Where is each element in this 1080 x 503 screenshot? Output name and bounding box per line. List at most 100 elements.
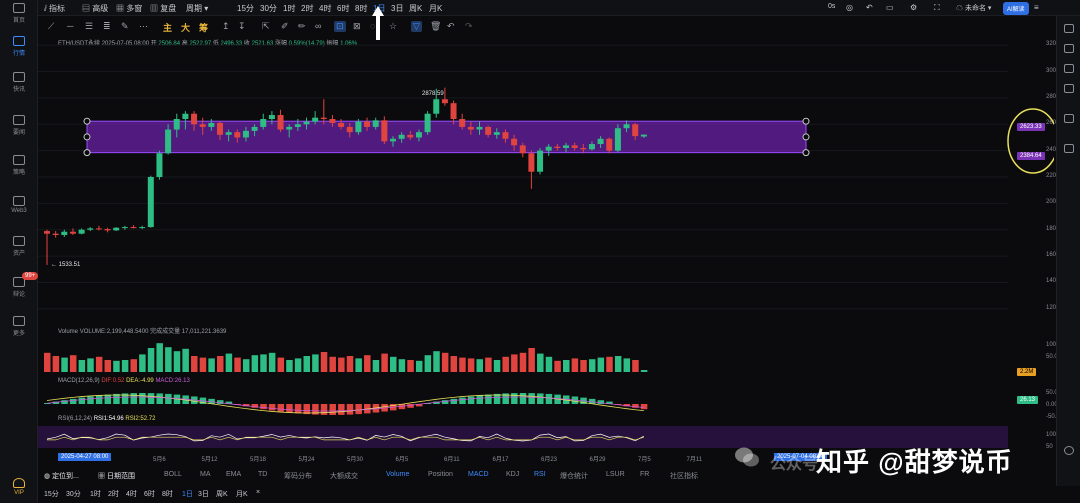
channel-tool-icon[interactable]: ☰ xyxy=(85,21,93,32)
interval-8h[interactable]: 8时 xyxy=(355,3,367,14)
interval-option[interactable]: 30分 xyxy=(66,489,81,499)
volume-bar xyxy=(476,359,483,372)
indicator-kdj[interactable]: KDJ xyxy=(506,471,519,478)
interval-option[interactable]: 8时 xyxy=(162,489,173,499)
screener-icon[interactable] xyxy=(1064,114,1074,123)
period-menu[interactable]: 周期 ▾ xyxy=(186,3,208,14)
interval-3d[interactable]: 3日 xyxy=(391,3,403,14)
replay-menu[interactable]: ▥ 复盘 xyxy=(150,3,176,14)
arrow-down-icon[interactable]: ↧ xyxy=(238,21,246,32)
indicator-社区指标[interactable]: 社区指标 xyxy=(670,471,698,481)
volume-bar xyxy=(320,352,328,372)
interval-30m[interactable]: 30分 xyxy=(260,3,277,14)
menu-icon[interactable]: ≡ xyxy=(1034,3,1039,12)
arrow-up-icon[interactable]: ↥ xyxy=(222,21,230,32)
sidebar-item-market[interactable]: 行情 xyxy=(0,36,38,57)
interval-option[interactable]: 1日 xyxy=(182,489,193,499)
candle-body xyxy=(632,124,639,137)
fullscreen-icon[interactable]: ⛶ xyxy=(934,3,940,13)
interval-option[interactable]: 1时 xyxy=(90,489,101,499)
indicator-fr[interactable]: FR xyxy=(640,471,649,478)
time-axis-label: 5月12 xyxy=(201,457,218,463)
watchlist-icon[interactable] xyxy=(1064,24,1074,33)
indicator-td[interactable]: TD xyxy=(258,471,267,478)
sidebar-item-home[interactable]: 首页 xyxy=(0,3,38,24)
close-icon[interactable]: × xyxy=(256,489,260,496)
camera-icon[interactable]: ◎ xyxy=(846,3,853,12)
indicator-筹码分布[interactable]: 筹码分布 xyxy=(284,471,312,481)
advanced-menu[interactable]: ▤ 高级 xyxy=(82,3,108,14)
locate-button[interactable]: ◍ 定位到... xyxy=(44,471,79,481)
settings-icon[interactable]: ⚙ xyxy=(910,3,917,12)
alert-icon[interactable] xyxy=(1064,44,1074,53)
indicator-macd[interactable]: MACD xyxy=(468,471,489,478)
sidebar-item-headline[interactable]: 要闻 xyxy=(0,115,38,136)
interval-option[interactable]: 4时 xyxy=(126,489,137,499)
interval-1h[interactable]: 1时 xyxy=(283,3,295,14)
indicator-position[interactable]: Position xyxy=(428,471,453,478)
fib-tool-icon[interactable]: ≣ xyxy=(103,21,111,32)
indicator-爆仓统计[interactable]: 爆仓统计 xyxy=(560,471,588,481)
candlestick-chart[interactable] xyxy=(38,32,1054,470)
text-tool-icon[interactable]: ⋯ xyxy=(139,21,148,32)
interval-week[interactable]: 周K xyxy=(409,3,422,14)
indicator-大额成交[interactable]: 大额成交 xyxy=(330,471,358,481)
candle-body xyxy=(303,121,310,125)
candle-body xyxy=(312,117,319,122)
interval-6h[interactable]: 6时 xyxy=(337,3,349,14)
candle-body xyxy=(329,119,336,123)
interval-option[interactable]: 3日 xyxy=(198,489,209,499)
interval-4h[interactable]: 4时 xyxy=(319,3,331,14)
notes-icon[interactable] xyxy=(1064,144,1074,153)
sidebar-item-strategy[interactable]: 策略 xyxy=(0,155,38,176)
brush-tool-icon[interactable]: ✎ xyxy=(121,21,129,32)
indicator-volume[interactable]: Volume xyxy=(386,471,409,478)
magnet-icon[interactable]: ⊡ xyxy=(334,21,346,32)
undo-draw-icon[interactable]: ↶ xyxy=(447,21,455,32)
interval-option[interactable]: 6时 xyxy=(144,489,155,499)
undo-icon[interactable]: ↶ xyxy=(866,3,873,12)
filter-icon[interactable]: ▽ xyxy=(411,21,422,32)
indicator-menu[interactable]: ⅈ 指标 xyxy=(44,3,65,14)
chart-area[interactable]: ETH/USDT永续 2025-07-05 08:00 开 2506.84 高 … xyxy=(38,32,1069,470)
sidebar-item-vip[interactable]: VIP xyxy=(0,478,38,496)
date-range-button[interactable]: ▦ 日期范围 xyxy=(98,471,135,481)
layout-icon[interactable]: ▭ xyxy=(886,3,894,12)
pen-icon[interactable]: ✐ xyxy=(281,21,289,32)
favorite-icon[interactable]: ☆ xyxy=(389,21,397,32)
macd-bar xyxy=(147,393,155,404)
sidebar-item-debate[interactable]: 辩论 xyxy=(0,277,38,298)
interval-option[interactable]: 月K xyxy=(236,489,248,499)
indicator-rsi[interactable]: RSI xyxy=(534,471,546,478)
link-icon[interactable]: ∞ xyxy=(315,21,321,31)
sidebar-item-more[interactable]: 更多 xyxy=(0,316,38,337)
interval-option[interactable]: 15分 xyxy=(44,489,59,499)
orderbook-icon[interactable] xyxy=(1064,84,1074,93)
interval-2h[interactable]: 2时 xyxy=(301,3,313,14)
interval-month[interactable]: 月K xyxy=(429,3,442,14)
hline-tool-icon[interactable]: ─ xyxy=(67,21,73,31)
chat-icon[interactable] xyxy=(1064,446,1074,455)
indicator-boll[interactable]: BOLL xyxy=(164,471,182,478)
time-axis-label: 6月5 xyxy=(395,457,409,463)
indicator-ma[interactable]: MA xyxy=(200,471,211,478)
account-selector[interactable]: ☁ 未命名 ▾ xyxy=(956,3,991,13)
interval-option[interactable]: 2时 xyxy=(108,489,119,499)
indicator-ema[interactable]: EMA xyxy=(226,471,241,478)
calendar-icon[interactable] xyxy=(1064,64,1074,73)
sidebar-item-web3[interactable]: Web3 xyxy=(0,196,38,214)
macd-bar xyxy=(156,393,163,404)
interval-15m[interactable]: 15分 xyxy=(237,3,254,14)
redo-draw-icon[interactable]: ↷ xyxy=(465,21,473,32)
ai-button[interactable]: AI解读 xyxy=(1003,2,1029,15)
pencil-icon[interactable]: ✏ xyxy=(298,21,306,32)
cursor-icon[interactable]: ⇱ xyxy=(262,21,270,32)
indicator-lsur[interactable]: LSUR xyxy=(606,471,625,478)
lock-icon[interactable]: ⊠ xyxy=(353,21,361,32)
multi-window-menu[interactable]: ▦ 多窗 xyxy=(116,3,142,14)
delete-icon[interactable]: 🗑 xyxy=(430,21,441,32)
sidebar-item-news[interactable]: 快讯 xyxy=(0,72,38,93)
line-tool-icon[interactable]: ⟋ xyxy=(48,21,54,32)
sidebar-item-asset[interactable]: 资产 xyxy=(0,236,38,257)
interval-option[interactable]: 周K xyxy=(216,489,228,499)
